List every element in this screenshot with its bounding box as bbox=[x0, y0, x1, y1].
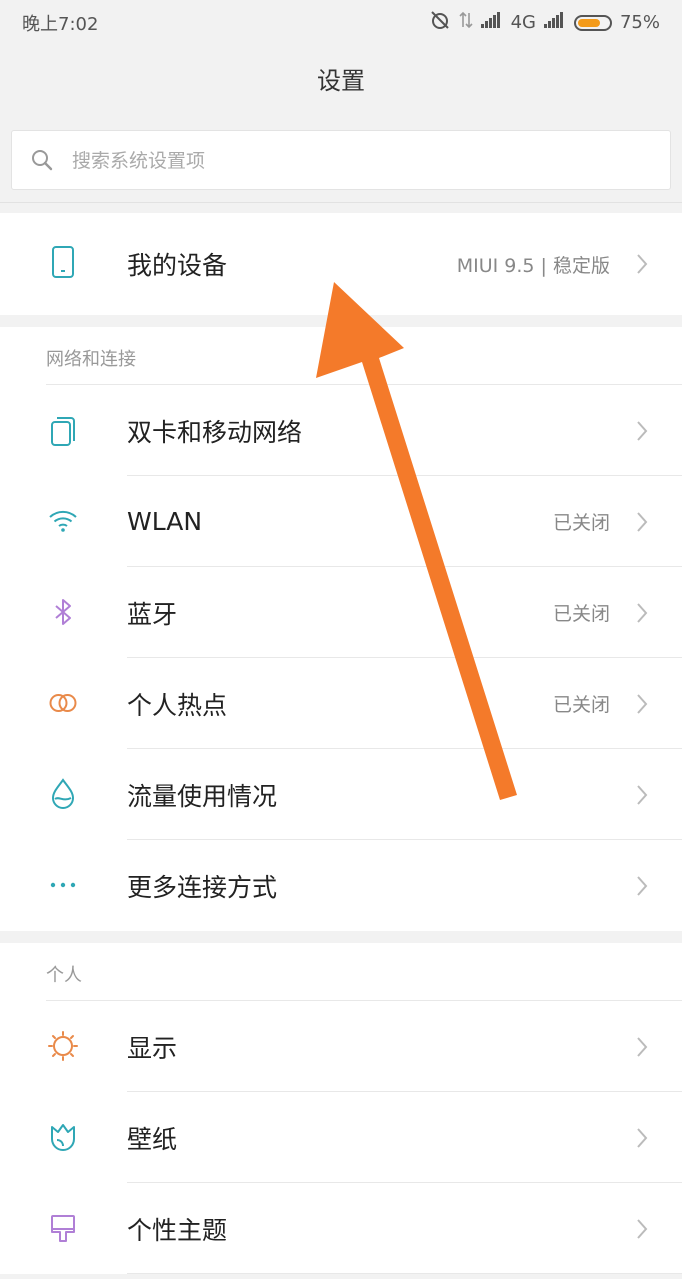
settings-item-label: 个人热点 bbox=[127, 690, 228, 720]
settings-item-hotspot[interactable]: 个人热点 已关闭 bbox=[0, 658, 682, 749]
settings-item-value: MIUI 9.5 | 稳定版 bbox=[456, 254, 610, 277]
settings-item-label: 蓝牙 bbox=[127, 599, 178, 629]
settings-item-bluetooth[interactable]: 蓝牙 已关闭 bbox=[0, 567, 682, 658]
display-icon bbox=[46, 1029, 80, 1063]
settings-item-label: 个性主题 bbox=[127, 1215, 228, 1245]
chevron-right-icon bbox=[636, 784, 648, 810]
section-header: 网络和连接 bbox=[0, 327, 682, 385]
data-usage-icon bbox=[46, 777, 80, 811]
status-time: 晚上7:02 bbox=[22, 14, 99, 35]
status-bar: 晚上7:02 4G 75% bbox=[0, 0, 682, 42]
search-icon bbox=[30, 148, 54, 176]
settings-item-label: 双卡和移动网络 bbox=[127, 417, 303, 447]
settings-item-dual-sim[interactable]: 双卡和移动网络 bbox=[0, 385, 682, 476]
settings-item-value: 已关闭 bbox=[552, 603, 610, 625]
alarm-off-icon bbox=[429, 9, 451, 36]
chevron-right-icon bbox=[636, 253, 648, 279]
status-icons: 4G 75% bbox=[429, 9, 660, 36]
device-group: 我的设备 MIUI 9.5 | 稳定版 bbox=[0, 213, 682, 315]
settings-item-data-usage[interactable]: 流量使用情况 bbox=[0, 749, 682, 840]
settings-item-theme[interactable]: 个性主题 bbox=[0, 1183, 682, 1274]
signal-icon-2 bbox=[543, 12, 566, 33]
page-title: 设置 bbox=[0, 42, 682, 121]
chevron-right-icon bbox=[636, 693, 648, 719]
chevron-right-icon bbox=[636, 875, 648, 901]
section-network: 网络和连接 双卡和移动网络 WLAN 已关闭 蓝牙 已关闭 个人热点 已关闭 流… bbox=[0, 327, 682, 931]
section-header: 个人 bbox=[0, 943, 682, 1001]
settings-item-value: 已关闭 bbox=[552, 694, 610, 716]
hotspot-icon bbox=[46, 686, 80, 720]
chevron-right-icon bbox=[636, 420, 648, 446]
settings-item-label: 更多连接方式 bbox=[127, 872, 278, 902]
settings-item-wlan[interactable]: WLAN 已关闭 bbox=[0, 476, 682, 567]
settings-item-display[interactable]: 显示 bbox=[0, 1001, 682, 1092]
settings-item-label: 显示 bbox=[127, 1033, 178, 1063]
network-type: 4G bbox=[510, 12, 536, 33]
settings-item-my-device[interactable]: 我的设备 MIUI 9.5 | 稳定版 bbox=[0, 213, 682, 315]
phone-icon bbox=[46, 245, 80, 279]
battery-icon bbox=[573, 14, 612, 31]
section-header-label: 个人 bbox=[46, 965, 82, 986]
settings-item-wallpaper[interactable]: 壁纸 bbox=[0, 1092, 682, 1183]
signal-icon bbox=[480, 12, 503, 33]
chevron-right-icon bbox=[636, 511, 648, 537]
settings-item-label: WLAN bbox=[127, 507, 203, 536]
chevron-right-icon bbox=[636, 1036, 648, 1062]
section-header-label: 网络和连接 bbox=[46, 349, 136, 370]
settings-item-label: 流量使用情况 bbox=[127, 781, 278, 811]
wifi-icon bbox=[46, 504, 80, 538]
dual-sim-icon bbox=[46, 413, 80, 447]
search-box[interactable] bbox=[11, 130, 671, 191]
more-connections-icon bbox=[46, 868, 80, 902]
chevron-right-icon bbox=[636, 1218, 648, 1244]
settings-item-label: 我的设备 bbox=[127, 251, 228, 280]
section-personal: 个人 显示 壁纸 个性主题 bbox=[0, 943, 682, 1274]
chevron-right-icon bbox=[636, 1127, 648, 1153]
search-input[interactable] bbox=[70, 131, 654, 191]
chevron-right-icon bbox=[636, 602, 648, 628]
theme-icon bbox=[46, 1211, 80, 1245]
settings-item-label: 壁纸 bbox=[127, 1124, 178, 1154]
bluetooth-icon bbox=[46, 595, 80, 629]
battery-percent: 75% bbox=[619, 12, 660, 33]
search-area bbox=[0, 120, 682, 203]
wallpaper-icon bbox=[46, 1120, 80, 1154]
data-transfer-icon bbox=[459, 11, 473, 34]
settings-item-more-connections[interactable]: 更多连接方式 bbox=[0, 840, 682, 931]
settings-item-value: 已关闭 bbox=[552, 512, 610, 534]
